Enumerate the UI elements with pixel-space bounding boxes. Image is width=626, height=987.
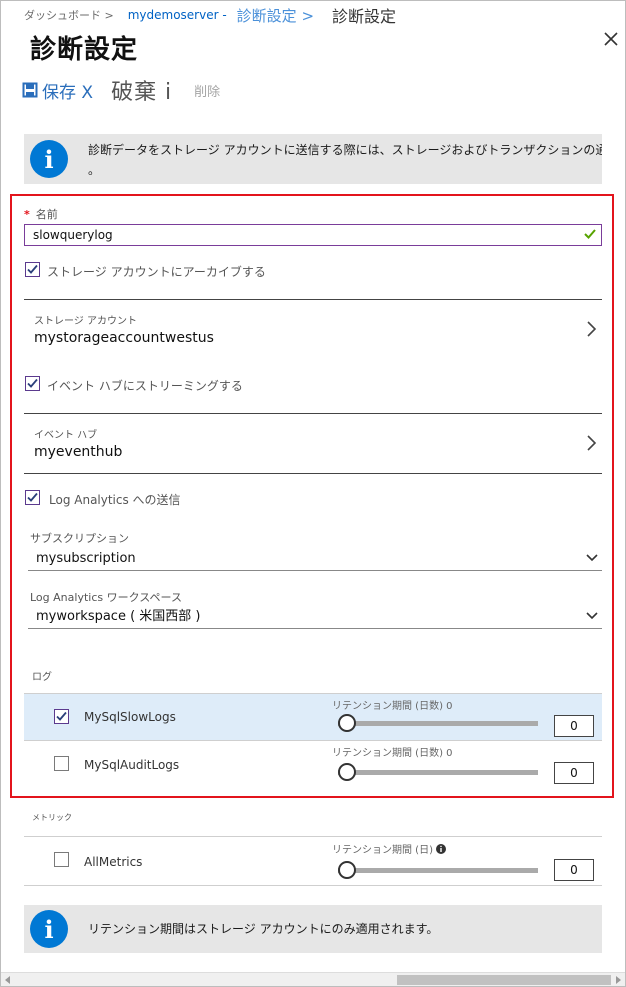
- slider-thumb[interactable]: [338, 714, 356, 732]
- subscription-select[interactable]: mysubscription: [28, 549, 602, 571]
- save-icon: [22, 82, 38, 98]
- metric-checkbox[interactable]: [54, 852, 69, 867]
- info-icon: i: [30, 140, 68, 178]
- retention-slider[interactable]: [338, 714, 538, 732]
- log-analytics-checkbox[interactable]: [25, 490, 40, 505]
- storage-account-picker[interactable]: ストレージ アカウント mystorageaccountwestus: [24, 300, 602, 362]
- name-input-value: slowquerylog: [33, 228, 113, 242]
- chevron-right-icon: [587, 321, 597, 337]
- name-label-text: 名前: [35, 208, 58, 221]
- checkmark-icon: [584, 229, 596, 239]
- divider: [24, 473, 602, 474]
- scrollbar-thumb[interactable]: [397, 975, 611, 985]
- workspace-label: Log Analytics ワークスペース: [30, 591, 182, 604]
- retention-label: リテンション期間 (日): [332, 841, 447, 856]
- event-hub-checkbox-label: イベント ハブにストリーミングする: [47, 379, 243, 393]
- slider-thumb[interactable]: [338, 763, 356, 781]
- name-label: * 名前: [24, 206, 58, 222]
- storage-account-value: mystorageaccountwestus: [34, 330, 214, 346]
- event-hub-checkbox[interactable]: [25, 376, 40, 391]
- log-checkbox[interactable]: [54, 709, 69, 724]
- command-bar: 保存 X 破棄 i 削除: [22, 74, 220, 106]
- close-icon[interactable]: [600, 28, 622, 50]
- breadcrumb: ダッシュボード > mydemoserver - 診断設定 > 診断設定: [24, 4, 397, 27]
- workspace-select[interactable]: myworkspace ( 米国西部 ): [28, 607, 602, 629]
- info-small-icon[interactable]: [436, 844, 447, 854]
- retention-input[interactable]: 0: [554, 715, 594, 737]
- storage-account-label: ストレージ アカウント: [34, 316, 137, 327]
- log-name: MySqlSlowLogs: [84, 710, 176, 724]
- retention-label-text: リテンション期間 (日): [332, 845, 433, 856]
- metric-name: AllMetrics: [84, 855, 143, 869]
- metrics-section-label: メトリック: [32, 813, 72, 822]
- subscription-value: mysubscription: [36, 551, 136, 566]
- subscription-label: サブスクリプション: [30, 532, 129, 545]
- retention-info-text: リテンション期間はストレージ アカウントにのみ適用されます。: [88, 922, 439, 936]
- retention-label: リテンション期間 (日数) 0: [332, 748, 453, 759]
- banner-text-line1: 診断データをストレージ アカウントに送信する際には、ストレージおよびトランザクシ…: [88, 143, 602, 157]
- breadcrumb-current: 診断設定: [332, 7, 397, 26]
- checkmark-icon: [27, 264, 38, 274]
- log-checkbox[interactable]: [54, 756, 69, 771]
- banner-text-line2: 。: [88, 163, 101, 177]
- checkmark-icon: [27, 492, 38, 502]
- event-hub-value: myeventhub: [34, 444, 123, 460]
- chevron-right-icon: [587, 435, 597, 451]
- save-button[interactable]: 保存 X: [22, 78, 93, 103]
- log-analytics-checkbox-label: Log Analytics への送信: [49, 493, 181, 507]
- retention-input[interactable]: 0: [554, 859, 594, 881]
- metric-row-allmetrics[interactable]: AllMetrics リテンション期間 (日) 0: [24, 837, 602, 883]
- storage-checkbox[interactable]: [25, 262, 40, 277]
- breadcrumb-diagnostics[interactable]: 診断設定 >: [237, 5, 314, 26]
- storage-checkbox-label: ストレージ アカウントにアーカイブする: [47, 265, 266, 279]
- slider-track: [338, 721, 538, 726]
- required-mark: *: [24, 208, 30, 221]
- scroll-right-icon[interactable]: [616, 976, 621, 984]
- breadcrumb-server[interactable]: mydemoserver -: [128, 8, 227, 22]
- slider-track: [338, 868, 538, 873]
- horizontal-scrollbar[interactable]: [1, 972, 625, 986]
- slider-track: [338, 770, 538, 775]
- checkmark-icon: [27, 378, 38, 388]
- logs-section-label: ログ: [32, 672, 52, 683]
- chevron-down-icon: [586, 612, 598, 620]
- log-row-mysqlauditlogs[interactable]: MySqlAuditLogs リテンション期間 (日数) 0 0: [24, 741, 602, 787]
- slider-thumb[interactable]: [338, 861, 356, 879]
- checkmark-icon: [56, 711, 67, 721]
- event-hub-picker[interactable]: イベント ハブ myeventhub: [24, 414, 602, 476]
- scroll-left-icon[interactable]: [5, 976, 10, 984]
- log-row-mysqlslowlogs[interactable]: MySqlSlowLogs リテンション期間 (日数) 0 0: [24, 694, 602, 740]
- storage-cost-info-banner: i 診断データをストレージ アカウントに送信する際には、ストレージおよびトランザ…: [24, 134, 602, 184]
- info-icon: i: [30, 910, 68, 948]
- chevron-down-icon: [586, 554, 598, 562]
- workspace-value: myworkspace ( 米国西部 ): [36, 609, 201, 624]
- retention-info-banner: i リテンション期間はストレージ アカウントにのみ適用されます。: [24, 905, 602, 953]
- event-hub-label: イベント ハブ: [34, 430, 98, 441]
- retention-input[interactable]: 0: [554, 762, 594, 784]
- page-title: 診断設定: [30, 35, 139, 65]
- discard-button[interactable]: 破棄 i: [111, 74, 172, 106]
- delete-button[interactable]: 削除: [194, 81, 220, 100]
- retention-label: リテンション期間 (日数) 0: [332, 701, 453, 712]
- retention-slider[interactable]: [338, 861, 538, 879]
- divider: [24, 885, 602, 886]
- breadcrumb-dashboard[interactable]: ダッシュボード >: [24, 7, 114, 23]
- retention-slider[interactable]: [338, 763, 538, 781]
- save-label: 保存 X: [42, 82, 94, 103]
- name-input[interactable]: slowquerylog: [24, 224, 602, 246]
- log-name: MySqlAuditLogs: [84, 758, 180, 772]
